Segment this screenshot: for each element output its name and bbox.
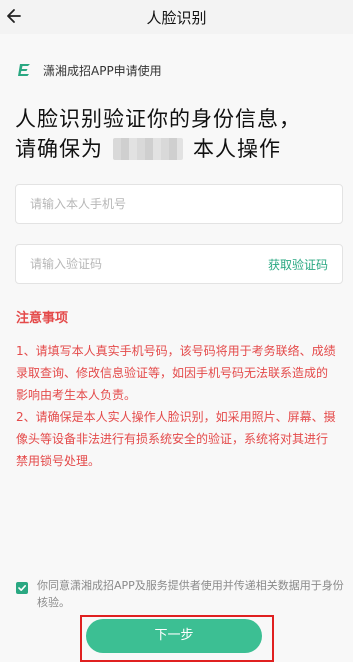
app-logo-icon bbox=[18, 64, 30, 76]
agreement-row: 你同意潇湘成招APP及服务提供者使用并传递相关数据用于身份核验。 bbox=[16, 577, 346, 611]
code-field[interactable]: 获取验证码 bbox=[15, 244, 343, 284]
headline-line-2: 请确保为 本人操作 bbox=[15, 134, 345, 164]
code-input[interactable] bbox=[28, 256, 252, 272]
headline: 人脸识别验证你的身份信息， 请确保为 本人操作 bbox=[15, 104, 345, 164]
redacted-name bbox=[113, 138, 183, 160]
headline-line-1: 人脸识别验证你的身份信息， bbox=[15, 107, 301, 131]
highlight-box bbox=[80, 615, 274, 662]
agreement-text: 你同意潇湘成招APP及服务提供者使用并传递相关数据用于身份核验。 bbox=[37, 579, 344, 609]
notice-item-2: 2、请确保是本人实人操作人脸识别，如采用照片、屏幕、摄像头等设备非法进行有损系统… bbox=[16, 410, 336, 468]
notice-item-1: 1、请填写本人真实手机号码，该号码将用于考务联络、成绩录取查询、修改信息验证等，… bbox=[16, 344, 336, 402]
notice-body: 1、请填写本人真实手机号码，该号码将用于考务联络、成绩录取查询、修改信息验证等，… bbox=[16, 340, 338, 472]
app-name: 潇湘成招APP申请使用 bbox=[43, 63, 162, 78]
get-code-button[interactable]: 获取验证码 bbox=[268, 256, 328, 273]
agreement-checkbox[interactable] bbox=[16, 582, 28, 594]
content-area: 潇湘成招APP申请使用 人脸识别验证你的身份信息， 请确保为 本人操作 获取验证… bbox=[0, 34, 353, 662]
phone-input[interactable] bbox=[28, 196, 252, 212]
headline-prefix: 请确保为 bbox=[15, 137, 103, 161]
top-bar: 人脸识别 bbox=[0, 0, 353, 34]
headline-suffix: 本人操作 bbox=[193, 137, 281, 161]
app-info: 潇湘成招APP申请使用 bbox=[17, 61, 162, 79]
notice-title: 注意事项 bbox=[16, 311, 69, 326]
check-icon bbox=[18, 585, 26, 591]
page-title: 人脸识别 bbox=[146, 9, 207, 27]
phone-field[interactable] bbox=[15, 184, 343, 224]
